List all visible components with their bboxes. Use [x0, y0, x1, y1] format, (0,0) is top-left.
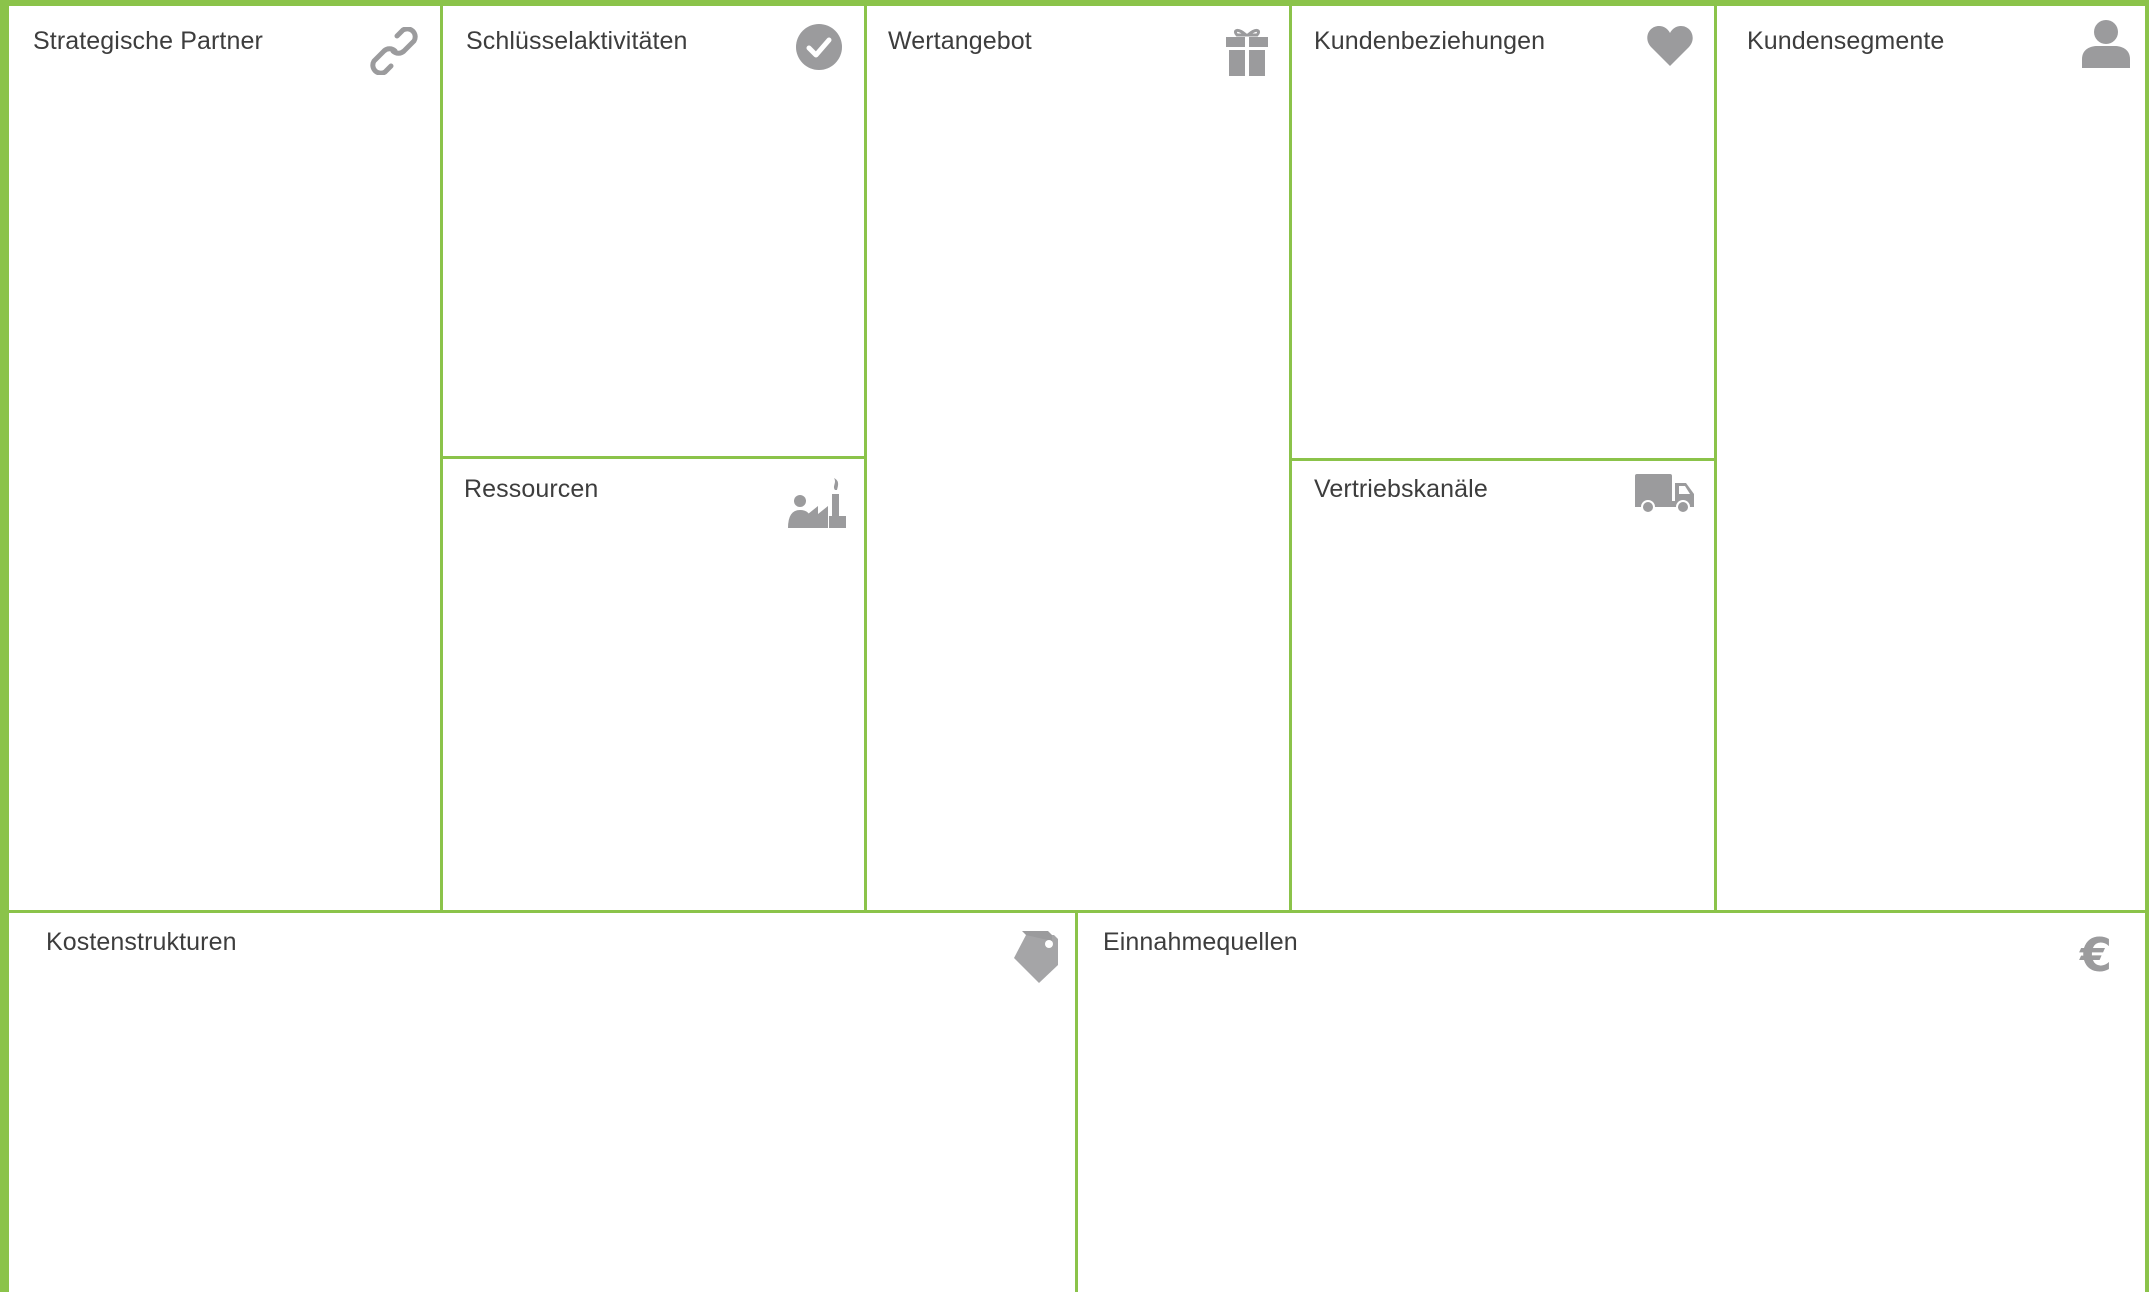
divider-activities-resources [440, 456, 867, 459]
customer-segments-title: Kundensegmente [1747, 27, 1945, 55]
cost-structure-title: Kostenstrukturen [46, 928, 237, 956]
value-proposition-title: Wertangebot [888, 27, 1032, 55]
factory-worker-icon [788, 474, 846, 530]
customer-relationships-title: Kundenbeziehungen [1314, 27, 1546, 55]
divider-cost-revenue [1075, 910, 1078, 1292]
heart-icon [1646, 25, 1694, 67]
euro-icon: € [2080, 928, 2113, 982]
divider-activities-value [864, 6, 867, 913]
gift-icon [1225, 25, 1269, 77]
divider-partners-activities [440, 6, 443, 913]
divider-relationships-channels [1289, 458, 1717, 461]
key-partners-title: Strategische Partner [33, 27, 263, 55]
key-activities-title: Schlüsselaktivitäten [466, 27, 688, 55]
link-icon [370, 27, 418, 75]
price-tag-icon [1012, 931, 1060, 983]
revenue-streams-title: Einnahmequellen [1103, 928, 1298, 956]
channels-title: Vertriebskanäle [1314, 475, 1488, 503]
business-model-canvas: Strategische Partner Schlüsselaktivitäte… [0, 0, 2149, 1292]
key-resources-title: Ressourcen [464, 475, 599, 503]
person-icon [2081, 19, 2131, 69]
check-circle-icon [795, 23, 843, 71]
truck-icon [1634, 473, 1696, 515]
